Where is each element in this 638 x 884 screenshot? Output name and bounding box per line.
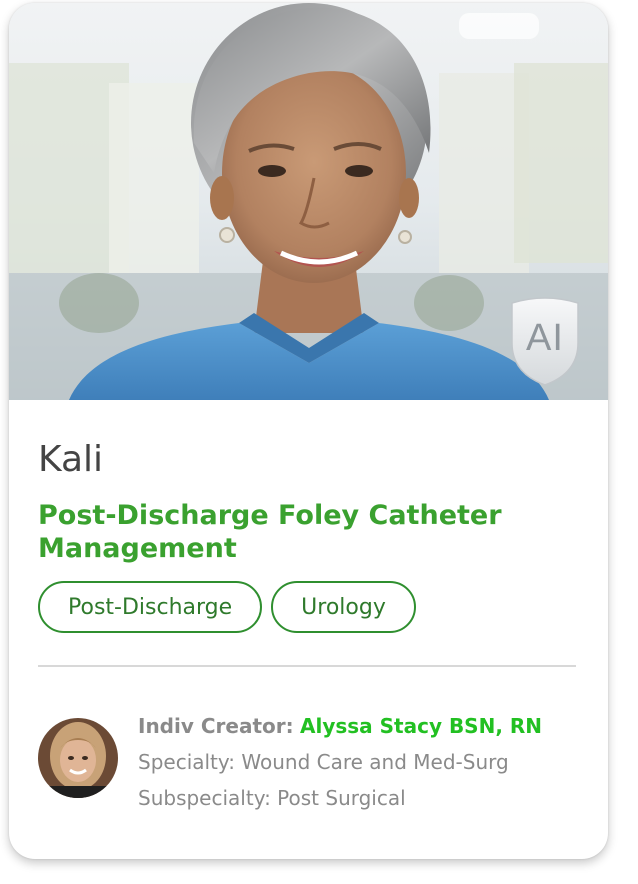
persona-name: Kali: [38, 439, 104, 480]
tag-list: Post-Discharge Urology: [38, 581, 416, 633]
tag-urology[interactable]: Urology: [271, 581, 416, 633]
creator-name-link[interactable]: Alyssa Stacy BSN, RN: [300, 714, 542, 738]
persona-card[interactable]: AI Kali Post-Discharge Foley Catheter Ma…: [9, 3, 608, 859]
ai-badge-label: AI: [526, 317, 564, 359]
creator-avatar[interactable]: [38, 718, 118, 798]
creator-subspecialty: Subspecialty: Post Surgical: [138, 786, 406, 810]
creator-specialty: Specialty: Wound Care and Med-Surg: [138, 750, 509, 774]
ai-badge: AI: [512, 299, 578, 385]
creator-info: Indiv Creator: Alyssa Stacy BSN, RN Spec…: [138, 708, 542, 816]
tag-post-discharge[interactable]: Post-Discharge: [38, 581, 263, 633]
divider: [38, 665, 576, 667]
creator-avatar-image: [38, 718, 118, 798]
creator-line: Indiv Creator: Alyssa Stacy BSN, RN: [138, 708, 542, 744]
creator-label: Indiv Creator:: [138, 714, 294, 738]
persona-title[interactable]: Post-Discharge Foley Catheter Management: [38, 499, 558, 565]
persona-photo: AI: [9, 3, 608, 400]
